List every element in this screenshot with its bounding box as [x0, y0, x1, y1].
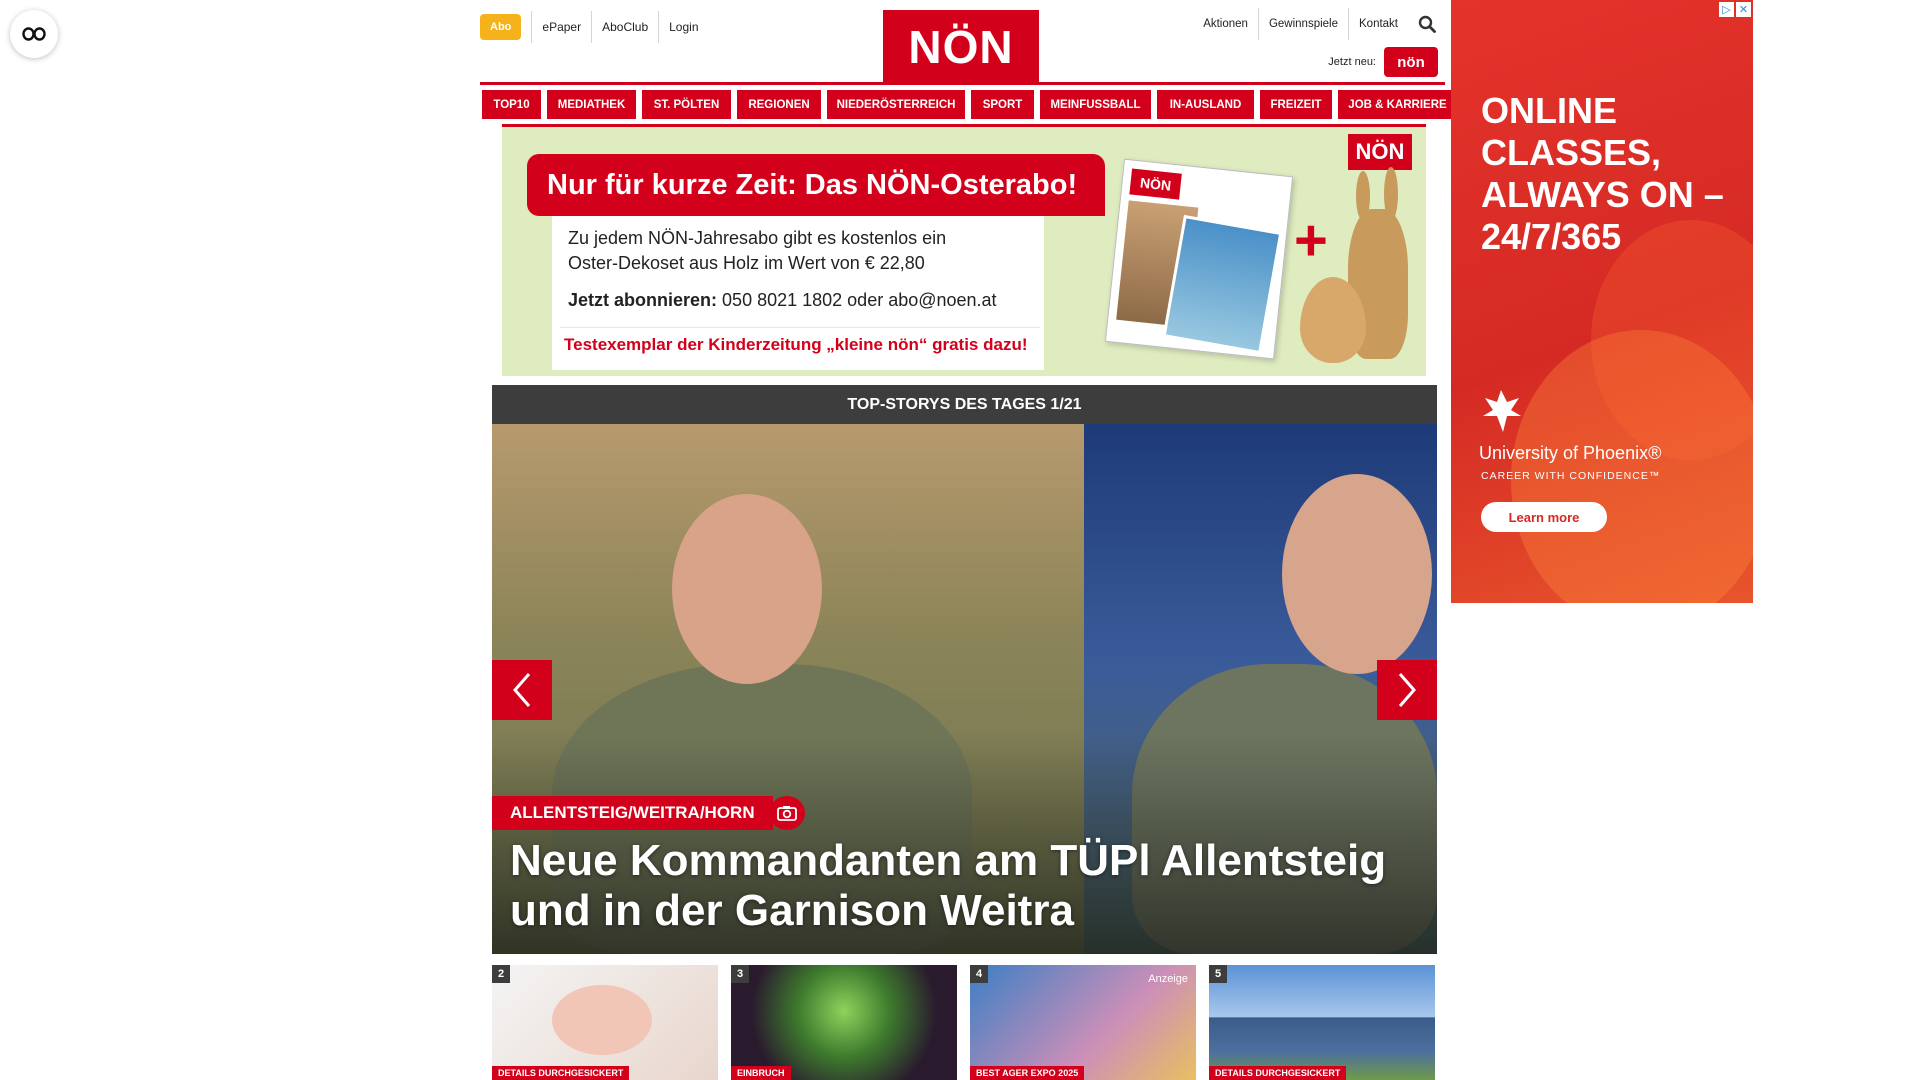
promo-text-box: Zu jedem NÖN-Jahresabo gibt es kostenlos…: [552, 216, 1044, 370]
search-icon: [1418, 15, 1436, 33]
story-headline[interactable]: Neue Kommandanten am TÜPl Allentsteig un…: [510, 836, 1410, 936]
teaser-image: [552, 985, 652, 1055]
story-location-tag[interactable]: ALLENTSTEIG/WEITRA/HORN: [492, 796, 773, 830]
gallery-button[interactable]: [769, 796, 805, 830]
main-nav: TOP10 MEDIATHEK ST. PÖLTEN REGIONEN NIED…: [482, 90, 1457, 119]
top-right-links: Aktionen Gewinnspiele Kontakt: [1193, 8, 1440, 40]
teaser-number: 5: [1209, 965, 1227, 983]
promo-magazine-image: NÖN: [1104, 158, 1294, 360]
next-slide-button[interactable]: [1377, 660, 1437, 720]
soldier-right-head: [1282, 474, 1432, 674]
nav-item-mediathek[interactable]: MEDIATHEK: [547, 90, 636, 119]
nav-item-sport[interactable]: SPORT: [971, 90, 1034, 119]
top-stories-header: TOP-STORYS DES TAGES 1/21: [492, 385, 1437, 424]
story-teaser-row: 2 DETAILS DURCHGESICKERT 3 EINBRUCH 4 An…: [492, 965, 1437, 1080]
promo-title: Nur für kurze Zeit: Das NÖN-Osterabo!: [527, 154, 1105, 216]
top-story-slide[interactable]: ALLENTSTEIG/WEITRA/HORN Neue Kommandante…: [492, 424, 1437, 954]
teaser-card[interactable]: 4 Anzeige BEST AGER EXPO 2025: [970, 965, 1196, 1080]
chevron-right-icon: [1398, 673, 1416, 707]
chevron-left-icon: [513, 673, 531, 707]
jetzt-neu-label: Jetzt neu:: [1328, 56, 1376, 68]
ad-learn-more-button[interactable]: Learn more: [1481, 502, 1607, 532]
aboclub-link[interactable]: AboClub: [591, 11, 658, 43]
top-left-links: Abo ePaper AboClub Login: [480, 11, 709, 43]
soldier-left-head: [672, 494, 822, 684]
teaser-card[interactable]: 5 DETAILS DURCHGESICKERT: [1209, 965, 1435, 1080]
nav-item-st-poelten[interactable]: ST. PÖLTEN: [642, 90, 731, 119]
header-divider: [480, 82, 1445, 85]
jetzt-neu-promo: Jetzt neu: nön: [1328, 47, 1438, 77]
teaser-tag: BEST AGER EXPO 2025: [970, 1066, 1085, 1080]
accessibility-button[interactable]: [10, 10, 58, 58]
teaser-number: 3: [731, 965, 749, 983]
close-icon[interactable]: ✕: [1736, 2, 1751, 17]
nav-item-top10[interactable]: TOP10: [482, 90, 541, 119]
login-link[interactable]: Login: [658, 11, 708, 43]
ad-choices: ▷ ✕: [1719, 2, 1751, 17]
plus-icon: +: [1294, 208, 1328, 273]
search-button[interactable]: [1414, 10, 1440, 38]
teaser-number: 2: [492, 965, 510, 983]
phoenix-logo-icon: [1483, 390, 1521, 432]
promo-contact: Jetzt abonnieren: 050 8021 1802 oder abo…: [568, 290, 997, 311]
promo-logo: NÖN: [1348, 134, 1412, 170]
teaser-card[interactable]: 3 EINBRUCH: [731, 965, 957, 1080]
ad-headline: ONLINE CLASSES, ALWAYS ON – 24/7/365: [1481, 90, 1724, 257]
teaser-card[interactable]: 2 DETAILS DURCHGESICKERT: [492, 965, 718, 1080]
gewinnspiele-link[interactable]: Gewinnspiele: [1257, 8, 1348, 40]
teaser-number: 4: [970, 965, 988, 983]
ad-brand-name: University of Phoenix®: [1479, 443, 1662, 463]
kids-magazine-photo: [1162, 214, 1283, 355]
camera-icon: [777, 806, 797, 821]
nav-item-freizeit[interactable]: FREIZEIT: [1260, 90, 1332, 119]
teaser-tag: DETAILS DURCHGESICKERT: [492, 1066, 630, 1080]
advertisement-university-of-phoenix[interactable]: ▷ ✕ ONLINE CLASSES, ALWAYS ON – 24/7/365…: [1451, 0, 1753, 603]
promo-cta-label: Jetzt abonnieren:: [568, 290, 718, 310]
site-logo[interactable]: NÖN: [883, 10, 1039, 84]
nav-item-in-ausland[interactable]: IN-AUSLAND: [1157, 90, 1254, 119]
aktionen-link[interactable]: Aktionen: [1193, 8, 1258, 40]
promo-description: Zu jedem NÖN-Jahresabo gibt es kostenlos…: [568, 228, 947, 273]
magazine-masthead: NÖN: [1129, 168, 1182, 200]
nav-item-job-karriere[interactable]: JOB & KARRIERE: [1338, 90, 1457, 119]
accessibility-icon: [22, 27, 46, 41]
kontakt-link[interactable]: Kontakt: [1348, 8, 1408, 40]
osterabo-promo-banner[interactable]: Nur für kurze Zeit: Das NÖN-Osterabo! Zu…: [502, 124, 1426, 376]
nav-item-meinfussball[interactable]: MEINFUSSBALL: [1040, 90, 1151, 119]
sponsored-label: Anzeige: [1148, 973, 1188, 985]
promo-cta-contact: 050 8021 1802 oder abo@noen.at: [722, 290, 997, 310]
abo-button[interactable]: Abo: [480, 14, 522, 40]
adchoices-icon[interactable]: ▷: [1719, 2, 1734, 17]
epaper-link[interactable]: ePaper: [531, 11, 591, 43]
teaser-tag: DETAILS DURCHGESICKERT: [1209, 1066, 1347, 1080]
promo-bottom-note: Testexemplar der Kinderzeitung „kleine n…: [560, 327, 1040, 361]
kleine-noen-badge[interactable]: nön: [1384, 47, 1438, 77]
nav-item-regionen[interactable]: REGIONEN: [737, 90, 821, 119]
nav-item-niederoesterreich[interactable]: NIEDERÖSTERREICH: [827, 90, 965, 119]
teaser-tag: EINBRUCH: [731, 1066, 791, 1080]
site-header: Abo ePaper AboClub Login NÖN Aktionen Ge…: [480, 0, 1445, 86]
ad-tagline: CAREER WITH CONFIDENCE™: [1481, 470, 1661, 482]
prev-slide-button[interactable]: [492, 660, 552, 720]
